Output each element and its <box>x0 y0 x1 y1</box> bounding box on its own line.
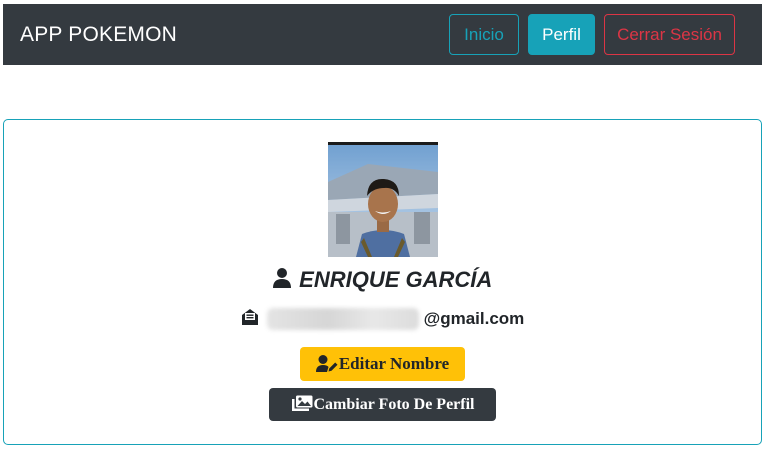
profile-email-row: @gmail.com <box>4 306 761 332</box>
app-brand[interactable]: APP POKEMON <box>20 21 177 49</box>
profile-card: ENRIQUE GARCÍA @gmail.com Editar Nombre … <box>3 119 762 445</box>
profile-name-row: ENRIQUE GARCÍA <box>4 265 761 295</box>
email-redacted <box>267 308 420 330</box>
profile-button[interactable]: Perfil <box>528 14 595 55</box>
top-navbar: APP POKEMON Inicio Perfil Cerrar Sesión <box>3 4 762 65</box>
home-button[interactable]: Inicio <box>449 14 519 55</box>
change-photo-label: Cambiar Foto De Perfil <box>313 396 475 413</box>
profile-email: @gmail.com <box>423 309 525 328</box>
images-icon <box>291 395 312 411</box>
edit-name-label: Editar Nombre <box>338 354 450 373</box>
envelope-open-icon <box>241 308 259 331</box>
logout-button[interactable]: Cerrar Sesión <box>604 14 735 55</box>
user-edit-icon <box>315 354 338 372</box>
user-icon <box>272 267 291 293</box>
profile-name: ENRIQUE GARCÍA <box>299 267 493 292</box>
edit-name-button[interactable]: Editar Nombre <box>300 347 465 381</box>
profile-photo <box>328 142 438 257</box>
change-photo-button[interactable]: Cambiar Foto De Perfil <box>269 388 496 421</box>
